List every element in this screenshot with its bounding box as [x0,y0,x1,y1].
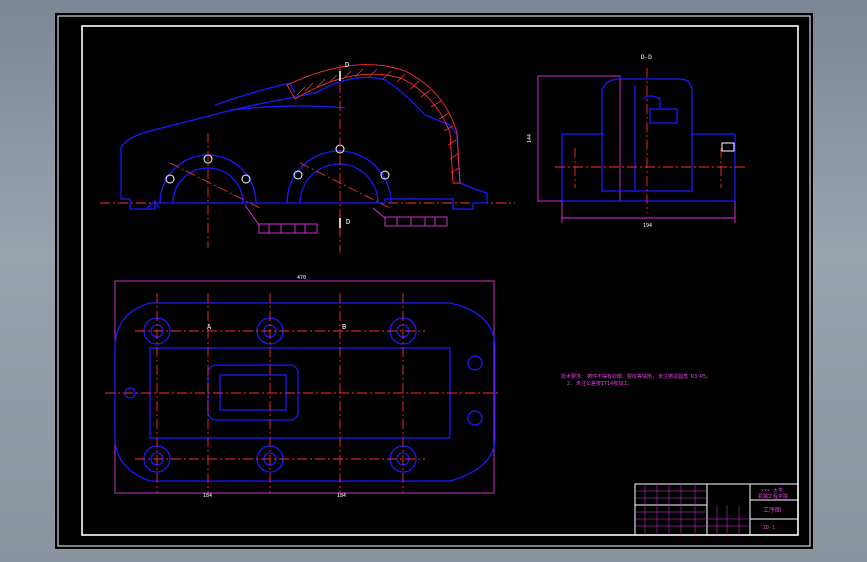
tolerance-frame-left [244,204,318,234]
title-drawing-code: ZD-1 [763,525,775,531]
datum-left: A [207,323,212,331]
plan-frame [114,280,495,494]
title-company-2: 机械工程学院 [758,493,788,500]
title-block: ××× 大学 机械工程学院 工序图 ZD-1 [634,483,799,536]
note-line-2: 2. 未注公差按IT14级加工。 [567,380,633,387]
side-dim-width: 194 [643,223,652,229]
lid-section [286,64,461,184]
datum-right: B [342,323,346,331]
plan-dim-left: 184 [203,493,212,499]
plan-view: 470 A B 184 184 [105,275,500,499]
note-line-1: 技术要求: 铸件不得有砂眼、裂纹等缺陷, 未注铸造圆角 R3~R5。 [561,373,711,380]
plan-outline [114,302,496,482]
tolerance-frame-right [372,207,448,227]
technical-notes: 技术要求: 铸件不得有砂眼、裂纹等缺陷, 未注铸造圆角 R3~R5。 2. 未注… [561,373,711,387]
plan-center-pocket [207,364,299,421]
title-drawing-name: 工序图 [763,506,781,514]
side-view-frame [537,75,621,202]
side-view: D-D 144 194 [527,54,745,229]
plan-dim-overall: 470 [297,275,306,281]
title-company-1: ××× 大学 [761,487,783,494]
section-label-bottom: D [346,218,350,226]
plan-bosses [124,317,483,473]
bore-right-outer [286,150,392,204]
side-dim-height: 144 [527,134,533,143]
bore-right-inner [299,163,379,204]
cad-drawing: D D D-D 144 194 470 A B 184 184 技术要求: 铸件… [57,15,811,547]
front-view: D D [100,61,515,253]
side-body [561,78,736,202]
section-label-top: D [345,61,349,69]
lid-hatching [296,68,460,174]
side-view-title: D-D [641,54,652,61]
drawing-viewport[interactable]: D D D-D 144 194 470 A B 184 184 技术要求: 铸件… [55,13,813,549]
plan-dim-right: 184 [337,493,346,499]
